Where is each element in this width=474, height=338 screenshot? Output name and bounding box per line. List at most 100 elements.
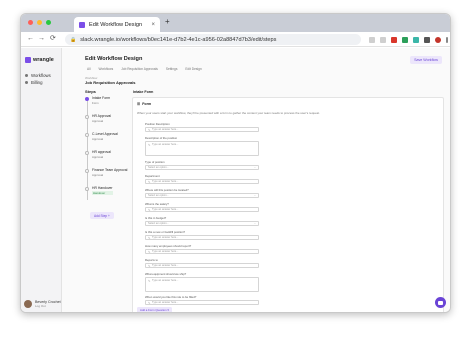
question-input[interactable]: ✎ Type an answer here...	[145, 235, 259, 240]
reload-button[interactable]: ⟳	[50, 34, 56, 44]
breadcrumb-item[interactable]: Edit Design	[183, 66, 203, 71]
question-placeholder: Type an answer here...	[152, 301, 179, 304]
question-label: Position Description	[145, 122, 170, 126]
form-icon: ☰	[137, 102, 141, 106]
question-placeholder: Select an option...	[148, 222, 169, 225]
question-label: What equipment should we ship?	[145, 272, 187, 276]
step-name: HR approval	[92, 150, 111, 154]
pencil-icon: ✎	[148, 235, 151, 240]
sidebar-item-workflows[interactable]: Workflows	[25, 73, 51, 78]
close-window-button[interactable]	[28, 20, 33, 25]
url-field[interactable]: 🔒 slack.wrangle.io/workflows/b0ec141e-d7…	[65, 34, 361, 45]
step-item[interactable]: HR Approval Approval	[85, 114, 111, 123]
steps-heading: Steps	[85, 89, 96, 94]
step-status-icon	[85, 169, 89, 173]
step-name: HR Handover	[92, 186, 113, 190]
pencil-icon: ✎	[148, 279, 151, 283]
url-text: slack.wrangle.io/workflows/b0ec141e-d7b2…	[80, 36, 277, 43]
back-button[interactable]: ←	[27, 34, 34, 44]
breadcrumb-item[interactable]: Settings	[164, 66, 180, 71]
chat-button[interactable]	[435, 297, 446, 308]
pencil-icon: ✎	[148, 207, 151, 212]
step-status-icon	[85, 187, 89, 191]
panel-title: Intake Form	[133, 90, 154, 94]
menu-dots-icon[interactable]	[446, 36, 448, 43]
question-placeholder: Select an option...	[148, 166, 169, 169]
step-status-icon	[85, 115, 89, 119]
chevron-down-icon: ⌄	[253, 194, 256, 197]
breadcrumb: All Workflows Job Requisition Approvals …	[85, 66, 204, 71]
add-step-button[interactable]: Add Step +	[90, 212, 114, 219]
browser-extensions	[369, 34, 448, 45]
share-icon[interactable]	[369, 36, 375, 43]
step-item[interactable]: HR approval Approval	[85, 150, 111, 159]
pencil-icon: ✎	[148, 179, 151, 184]
pencil-icon: ✎	[148, 127, 151, 132]
step-type-badge: Approval	[92, 155, 104, 159]
billing-icon	[25, 81, 28, 84]
star-icon[interactable]	[380, 36, 386, 43]
breadcrumb-item[interactable]: Workflows	[97, 66, 116, 71]
tab-close-icon[interactable]: ×	[151, 22, 155, 28]
question-placeholder: Type an answer here...	[152, 264, 179, 267]
puzzle-icon[interactable]	[424, 36, 430, 43]
page-title: Edit Workflow Design	[85, 56, 143, 62]
save-workflow-button[interactable]: Save Workflow	[410, 56, 442, 64]
step-item[interactable]: Finance Team Approval Approval	[85, 168, 127, 177]
user-profile[interactable]: Beverly Crochet Log Out	[24, 300, 61, 308]
question-input[interactable]: ✎ Type an answer here...	[145, 263, 259, 268]
add-question-button[interactable]: Add a Form Question ▾	[137, 307, 172, 312]
question-select[interactable]: Select an option... ⌄	[145, 165, 259, 170]
question-label: How many employees should report?	[145, 244, 192, 248]
form-description: When your users start your workflow, the…	[137, 111, 320, 115]
question-textarea[interactable]: ✎ Type an answer here...	[145, 277, 259, 292]
step-item[interactable]: Intake Form Form	[85, 96, 110, 105]
browser-tab[interactable]: Edit Workflow Design ×	[74, 17, 160, 32]
question-select[interactable]: Select an option... ⌄	[145, 221, 259, 226]
app: wrangle Workflows Billing Beverly Croche…	[21, 48, 450, 312]
question-label: Reports to	[145, 258, 158, 262]
profile-avatar[interactable]	[435, 36, 441, 43]
step-type-badge: Approval	[92, 137, 104, 141]
card-title: Form	[142, 102, 152, 106]
question-input[interactable]: ✎ Type an answer here...	[145, 127, 259, 132]
extension-red-icon[interactable]	[391, 36, 397, 43]
sidebar-item-label: Billing	[31, 80, 43, 85]
step-item[interactable]: HR Handover Handover	[85, 186, 113, 195]
question-select[interactable]: Select an option... ⌄	[145, 193, 259, 198]
workflow-name: Job Requisition Approvals	[85, 80, 136, 85]
wrangle-logo[interactable]: wrangle	[25, 57, 54, 63]
question-placeholder: Type an answer here...	[152, 128, 179, 131]
step-status-icon	[85, 151, 89, 155]
extension-teal-icon[interactable]	[413, 36, 419, 43]
browser-window: Edit Workflow Design × + ← → ⟳ 🔒 slack.w…	[20, 13, 451, 313]
question-input[interactable]: ✎ Type an answer here...	[145, 300, 259, 305]
new-tab-button[interactable]: +	[165, 18, 170, 26]
question-input[interactable]: ✎ Type an answer here...	[145, 207, 259, 212]
wrangle-logo-icon	[25, 57, 31, 63]
step-status-icon	[85, 133, 89, 137]
question-placeholder: Type an answer here...	[152, 143, 179, 146]
chevron-down-icon: ⌄	[253, 166, 256, 169]
question-textarea[interactable]: ✎ Type an answer here...	[145, 141, 259, 156]
breadcrumb-item[interactable]: Job Requisition Approvals	[119, 66, 160, 71]
question-label: Is this a new or backfill position?	[145, 230, 186, 234]
step-type-badge: Approval	[92, 173, 104, 177]
step-item[interactable]: C-Level Approval Approval	[85, 132, 118, 141]
extension-green-icon[interactable]	[402, 36, 408, 43]
forward-button[interactable]: →	[38, 34, 45, 44]
sidebar-item-billing[interactable]: Billing	[25, 80, 42, 85]
logout-link[interactable]: Log Out	[35, 304, 61, 308]
question-placeholder: Type an answer here...	[152, 180, 179, 183]
question-placeholder: Select an option...	[148, 194, 169, 197]
question-input[interactable]: ✎ Type an answer here...	[145, 249, 259, 254]
question-placeholder: Type an answer here...	[152, 250, 179, 253]
maximize-window-button[interactable]	[46, 20, 51, 25]
breadcrumb-item[interactable]: All	[85, 66, 93, 71]
question-label: Description of the position	[145, 136, 178, 140]
question-input[interactable]: ✎ Type an answer here...	[145, 179, 259, 184]
pencil-icon: ✎	[148, 263, 151, 268]
card-header: ☰ Form	[137, 102, 151, 106]
window-controls	[28, 20, 51, 25]
minimize-window-button[interactable]	[37, 20, 42, 25]
